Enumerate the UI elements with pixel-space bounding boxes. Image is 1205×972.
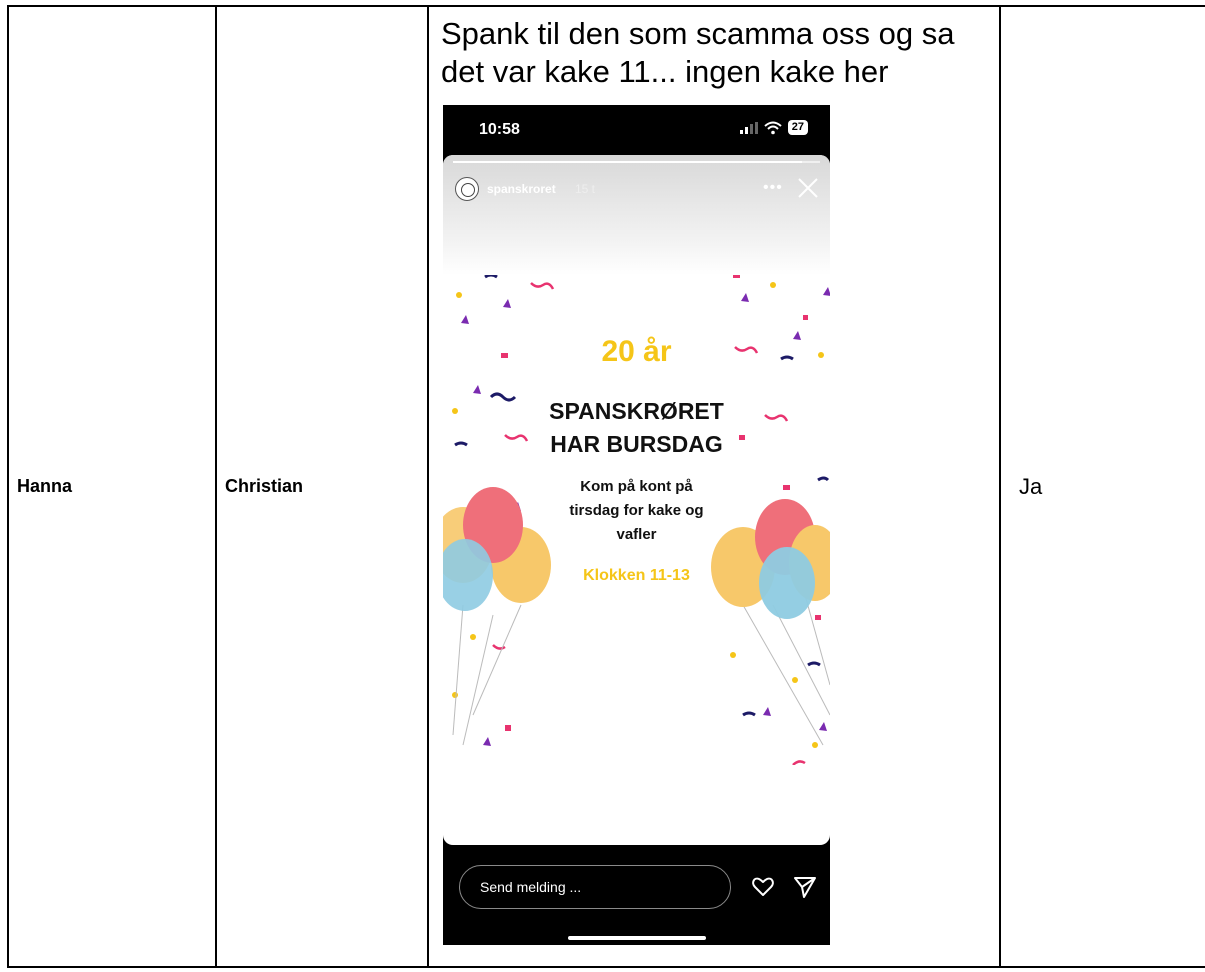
card-body-line-1: Kom på kont på (580, 478, 693, 495)
name-cell-1: Hanna (7, 5, 217, 968)
card-body-line-3: vafler (616, 526, 657, 543)
name-1: Hanna (17, 476, 73, 496)
story-progress-fill (453, 161, 802, 163)
story-progress (453, 161, 820, 163)
signal-icon (739, 121, 758, 134)
birthday-card: 20 år SPANSKRØRET HAR BURSDAG Kom på kon… (443, 275, 830, 765)
name-2: Christian (225, 476, 304, 496)
message-input[interactable] (459, 865, 731, 909)
status-time: 10:58 (479, 121, 520, 138)
battery-icon: 27 (787, 120, 808, 135)
table-row: Hanna Christian Spank til den som scamma… (7, 5, 1205, 968)
wifi-icon (764, 121, 782, 134)
heart-icon[interactable] (751, 875, 775, 899)
more-icon[interactable]: ••• (763, 179, 783, 197)
status-icons: 27 (739, 120, 808, 135)
account-name[interactable]: spanskroret (487, 182, 556, 196)
close-icon[interactable] (795, 175, 821, 201)
reply-bar (443, 845, 830, 945)
card-heading: SPANSKRØRET HAR BURSDAG (443, 395, 830, 461)
phone-screenshot: 10:58 27 spanskroret 15 t ••• 20 år SPAN… (443, 105, 830, 945)
card-title: 20 år (601, 335, 672, 368)
card-body-line-2: tirsdag for kake og (569, 502, 704, 519)
story-header: spanskroret 15 t ••• (453, 173, 820, 207)
card-heading-line-1: SPANSKRØRET (549, 398, 724, 424)
name-cell-2: Christian (215, 5, 429, 968)
answer: Ja (1019, 473, 1043, 499)
status-bar: 10:58 27 (443, 105, 830, 155)
send-icon[interactable] (792, 874, 818, 900)
story-view[interactable]: spanskroret 15 t ••• 20 år SPANSKRØRET H… (443, 155, 830, 845)
answer-cell: Ja (999, 5, 1205, 968)
card-body: Kom på kont på tirsdag for kake og vafle… (443, 475, 830, 547)
card-heading-line-2: HAR BURSDAG (550, 431, 723, 457)
comment-text: Spank til den som scamma oss og sa det v… (441, 16, 955, 89)
card-time: Klokken 11-13 (583, 567, 690, 584)
post-age: 15 t (575, 182, 596, 196)
comment-cell: Spank til den som scamma oss og sa det v… (427, 5, 1001, 968)
home-indicator (568, 936, 706, 940)
story-top: spanskroret 15 t ••• (443, 155, 830, 275)
avatar[interactable] (455, 177, 479, 201)
document-table: Hanna Christian Spank til den som scamma… (7, 5, 1205, 968)
